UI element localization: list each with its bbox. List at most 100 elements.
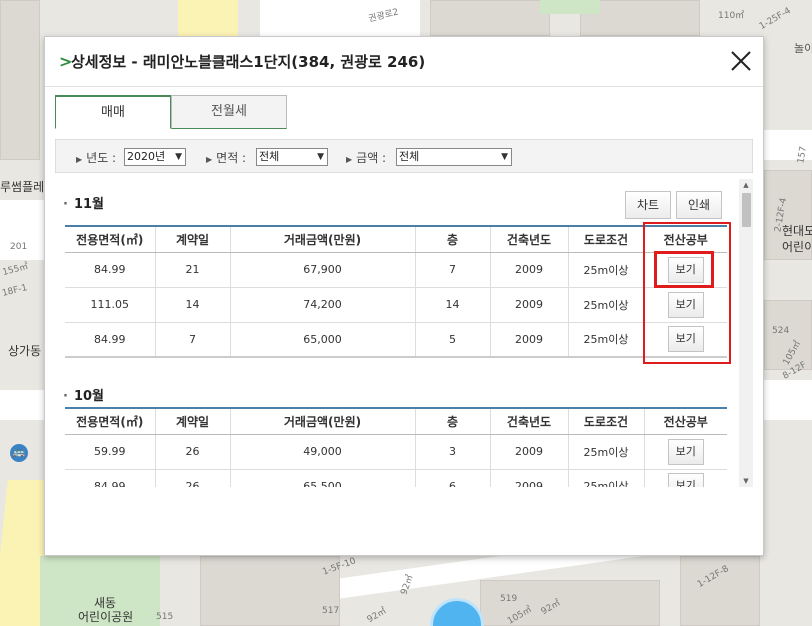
- cell-year: 2009: [490, 322, 569, 358]
- scroll-down-icon[interactable]: ▼: [739, 475, 753, 487]
- cell-floor: 6: [415, 469, 491, 487]
- filter-bar: ▶ 년도 : 2020년 ▼ ▶ 면적 : 전체 ▼ ▶ 금액 : 전체 ▼: [55, 139, 753, 173]
- amount-label-text: 금액 :: [356, 151, 387, 165]
- map-label: 1-25F-4: [757, 6, 793, 32]
- map-label: 놀이: [794, 42, 812, 55]
- col-header: 거래금액(만원): [230, 225, 416, 253]
- map-label: 524: [772, 326, 790, 336]
- scrollbar-thumb[interactable]: [742, 193, 751, 227]
- cell-day: 26: [155, 434, 231, 470]
- col-header: 도로조건: [568, 407, 645, 435]
- cell-floor: 7: [415, 252, 491, 288]
- col-header: 전산공부: [644, 407, 727, 435]
- table-row: 84.99 26 65,500 6 2009 25m이상 보기: [65, 469, 727, 487]
- dialog-title: 상세정보 - 래미안노블클래스1단지(384, 권광로 246): [71, 53, 426, 71]
- area-select-value: 전체: [259, 150, 280, 163]
- cell-road: 25m이상: [568, 469, 645, 487]
- chevron-down-icon: ▼: [175, 152, 182, 162]
- triangle-right-icon: ▶: [76, 155, 83, 164]
- transaction-table: 전용면적(㎡) 계약일 거래금액(만원) 층 건축년도 도로조건 전산공부 84…: [65, 225, 727, 358]
- map-label: 현대도: [782, 224, 812, 238]
- map-label: 어린이: [782, 240, 812, 254]
- table-row: 111.05 14 74,200 14 2009 25m이상 보기: [65, 287, 727, 323]
- highlight-box-column: [643, 222, 731, 364]
- col-header: 층: [415, 407, 491, 435]
- cell-price: 49,000: [230, 434, 416, 470]
- map-label: 519: [500, 594, 518, 604]
- tab-rent[interactable]: 전월세: [171, 95, 287, 129]
- month-heading: · 10월: [63, 389, 105, 404]
- chevron-down-icon: ▼: [317, 152, 324, 162]
- year-filter-label: ▶ 년도 :: [76, 149, 116, 166]
- table-header-row: 전용면적(㎡) 계약일 거래금액(만원) 층 건축년도 도로조건 전산공부: [65, 225, 727, 253]
- cell-road: 25m이상: [568, 434, 645, 470]
- cell-road: 25m이상: [568, 287, 645, 323]
- year-select[interactable]: 2020년 ▼: [124, 148, 186, 166]
- print-button[interactable]: 인쇄: [676, 191, 722, 219]
- col-header: 계약일: [155, 225, 231, 253]
- map-label: 92㎡: [365, 606, 389, 626]
- map-label: 517: [322, 606, 340, 616]
- col-header: 계약일: [155, 407, 231, 435]
- cell-year: 2009: [490, 469, 569, 487]
- cell-year: 2009: [490, 252, 569, 288]
- map-label: 18F-1: [1, 283, 29, 299]
- col-header: 층: [415, 225, 491, 253]
- cell-price: 65,500: [230, 469, 416, 487]
- area-label-text: 면적 :: [216, 151, 247, 165]
- view-button[interactable]: 보기: [667, 473, 704, 487]
- transaction-table: 전용면적(㎡) 계약일 거래금액(만원) 층 건축년도 도로조건 전산공부 59…: [65, 407, 727, 487]
- table-row: 84.99 7 65,000 5 2009 25m이상 보기: [65, 322, 727, 358]
- triangle-right-icon: ▶: [346, 155, 353, 164]
- cell-view: 보기: [644, 469, 727, 487]
- table-row: 84.99 21 67,900 7 2009 25m이상 보기: [65, 252, 727, 288]
- highlight-box-button: [654, 251, 714, 288]
- view-button[interactable]: 보기: [667, 438, 704, 465]
- vertical-scrollbar[interactable]: ▲ ▼: [739, 179, 753, 487]
- cell-price: 67,900: [230, 252, 416, 288]
- triangle-right-icon: ▶: [206, 155, 213, 164]
- month-heading: · 11월: [63, 197, 105, 212]
- map-label: 515: [156, 612, 174, 622]
- amount-select[interactable]: 전체 ▼: [396, 148, 512, 166]
- bus-stop-icon[interactable]: 🚌: [10, 444, 28, 462]
- col-header: 도로조건: [568, 225, 645, 253]
- close-icon[interactable]: [729, 49, 753, 73]
- map-label: 157: [796, 145, 810, 165]
- cell-year: 2009: [490, 434, 569, 470]
- cell-day: 14: [155, 287, 231, 323]
- scroll-up-icon[interactable]: ▲: [739, 179, 753, 191]
- cell-area: 84.99: [65, 322, 156, 358]
- map-label: 201: [10, 242, 28, 252]
- tab-sale[interactable]: 매매: [55, 95, 171, 129]
- cell-road: 25m이상: [568, 252, 645, 288]
- map-label: 어린이공원: [78, 610, 134, 624]
- col-header: 전용면적(㎡): [65, 225, 156, 253]
- dialog-header: > 상세정보 - 래미안노블클래스1단지(384, 권광로 246): [45, 37, 763, 87]
- cell-day: 21: [155, 252, 231, 288]
- amount-select-value: 전체: [399, 150, 420, 163]
- year-select-value: 2020년: [127, 150, 166, 163]
- cell-view: 보기: [644, 434, 727, 470]
- cell-floor: 5: [415, 322, 491, 358]
- cell-price: 65,000: [230, 322, 416, 358]
- col-header: 건축년도: [490, 225, 569, 253]
- col-header: 건축년도: [490, 407, 569, 435]
- current-location-marker: [430, 598, 484, 626]
- amount-filter-label: ▶ 금액 :: [346, 149, 386, 166]
- col-header: 거래금액(만원): [230, 407, 416, 435]
- cell-floor: 14: [415, 287, 491, 323]
- cell-day: 26: [155, 469, 231, 487]
- cell-area: 84.99: [65, 252, 156, 288]
- cell-area: 111.05: [65, 287, 156, 323]
- chart-button[interactable]: 차트: [625, 191, 671, 219]
- cell-area: 59.99: [65, 434, 156, 470]
- cell-area: 84.99: [65, 469, 156, 487]
- year-label-text: 년도 :: [86, 151, 117, 165]
- col-header: 전용면적(㎡): [65, 407, 156, 435]
- area-select[interactable]: 전체 ▼: [256, 148, 328, 166]
- cell-floor: 3: [415, 434, 491, 470]
- map-label: 상가동: [8, 344, 42, 358]
- map-label: 155㎡: [1, 261, 30, 278]
- cell-day: 7: [155, 322, 231, 358]
